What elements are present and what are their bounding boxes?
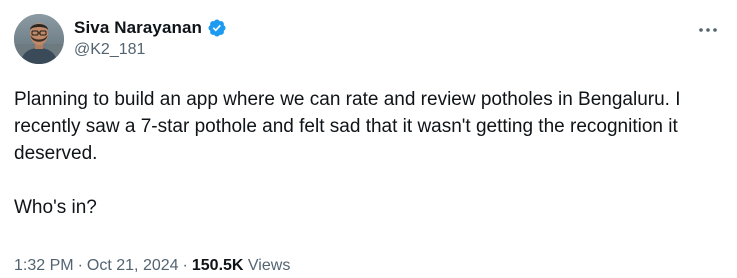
avatar[interactable] — [14, 14, 64, 64]
tweet-paragraph: Planning to build an app where we can ra… — [14, 89, 681, 164]
display-name[interactable]: Siva Narayanan — [74, 18, 202, 38]
separator: · — [182, 257, 188, 274]
user-info: Siva Narayanan @K2_181 — [74, 17, 227, 59]
tweet-date[interactable]: Oct 21, 2024 — [87, 257, 179, 274]
tweet-header: Siva Narayanan @K2_181 — [14, 14, 723, 66]
avatar-photo — [14, 14, 64, 64]
name-row: Siva Narayanan — [74, 17, 227, 39]
tweet-time[interactable]: 1:32 PM — [14, 257, 74, 274]
tweet-text: Planning to build an app where we can ra… — [14, 86, 714, 221]
more-options-button[interactable] — [695, 20, 721, 40]
views-count: 150.5K — [191, 257, 244, 274]
tweet-meta: 1:32 PM · Oct 21, 2024 · 150.5K Views — [14, 256, 290, 276]
tweet-card: Siva Narayanan @K2_181 Planning to build… — [0, 0, 737, 278]
handle[interactable]: @K2_181 — [74, 41, 227, 59]
tweet-paragraph: Who's in? — [14, 197, 97, 218]
separator: · — [77, 257, 83, 274]
more-horizontal-icon — [699, 28, 717, 32]
verified-badge-icon[interactable] — [207, 18, 227, 38]
views-label: Views — [247, 257, 291, 274]
